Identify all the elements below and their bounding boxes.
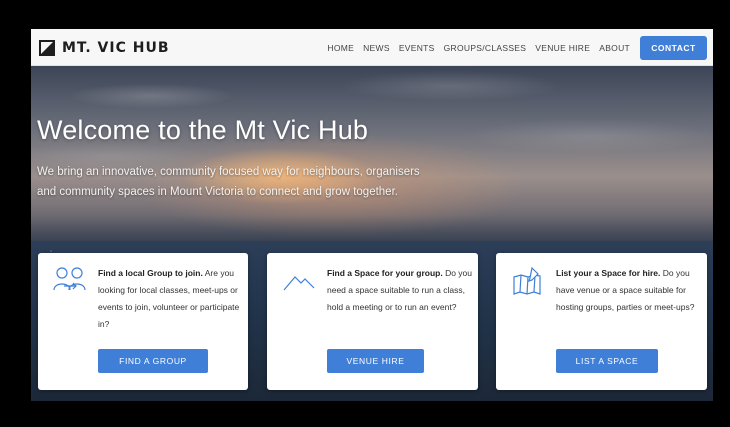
- find-space-title: Find a Space for your group.: [327, 268, 443, 278]
- list-space-button[interactable]: LIST A SPACE: [556, 349, 658, 373]
- map-pin-icon: [510, 264, 546, 298]
- hero-title: Welcome to the Mt Vic Hub: [37, 115, 369, 145]
- nav-home[interactable]: HOME: [327, 43, 354, 53]
- find-group-button[interactable]: FIND A GROUP: [98, 349, 208, 373]
- find-group-title: Find a local Group to join.: [98, 268, 203, 278]
- find-group-card: Find a local Group to join. Are you look…: [38, 253, 248, 390]
- main-nav: HOME NEWS EVENTS GROUPS/CLASSES VENUE HI…: [318, 29, 707, 66]
- nav-about[interactable]: ABOUT: [599, 43, 630, 53]
- top-navbar: MT. VIC HUB HOME NEWS EVENTS GROUPS/CLAS…: [31, 29, 713, 66]
- nav-events[interactable]: EVENTS: [399, 43, 435, 53]
- mountain-icon: [281, 264, 317, 298]
- nav-venue-hire[interactable]: VENUE HIRE: [535, 43, 590, 53]
- list-space-title: List your a Space for hire.: [556, 268, 661, 278]
- nav-news[interactable]: NEWS: [363, 43, 390, 53]
- site-name: MT. VIC HUB: [62, 40, 170, 56]
- venue-hire-button[interactable]: VENUE HIRE: [327, 349, 424, 373]
- find-space-card: Find a Space for your group. Do you need…: [267, 253, 478, 390]
- logo-triangle-icon: [39, 40, 55, 56]
- group-link-icon: [52, 264, 88, 298]
- browser-viewport: MT. VIC HUB HOME NEWS EVENTS GROUPS/CLAS…: [31, 29, 713, 401]
- nav-groups-classes[interactable]: GROUPS/CLASSES: [444, 43, 527, 53]
- find-group-text: Find a local Group to join. Are you look…: [98, 265, 243, 333]
- contact-button[interactable]: CONTACT: [640, 35, 707, 60]
- list-space-card: List your a Space for hire. Do you have …: [496, 253, 707, 390]
- list-space-text: List your a Space for hire. Do you have …: [556, 265, 701, 316]
- site-logo[interactable]: MT. VIC HUB: [39, 38, 170, 58]
- hero-subtitle: We bring an innovative, community focuse…: [37, 166, 420, 198]
- find-space-text: Find a Space for your group. Do you need…: [327, 265, 472, 316]
